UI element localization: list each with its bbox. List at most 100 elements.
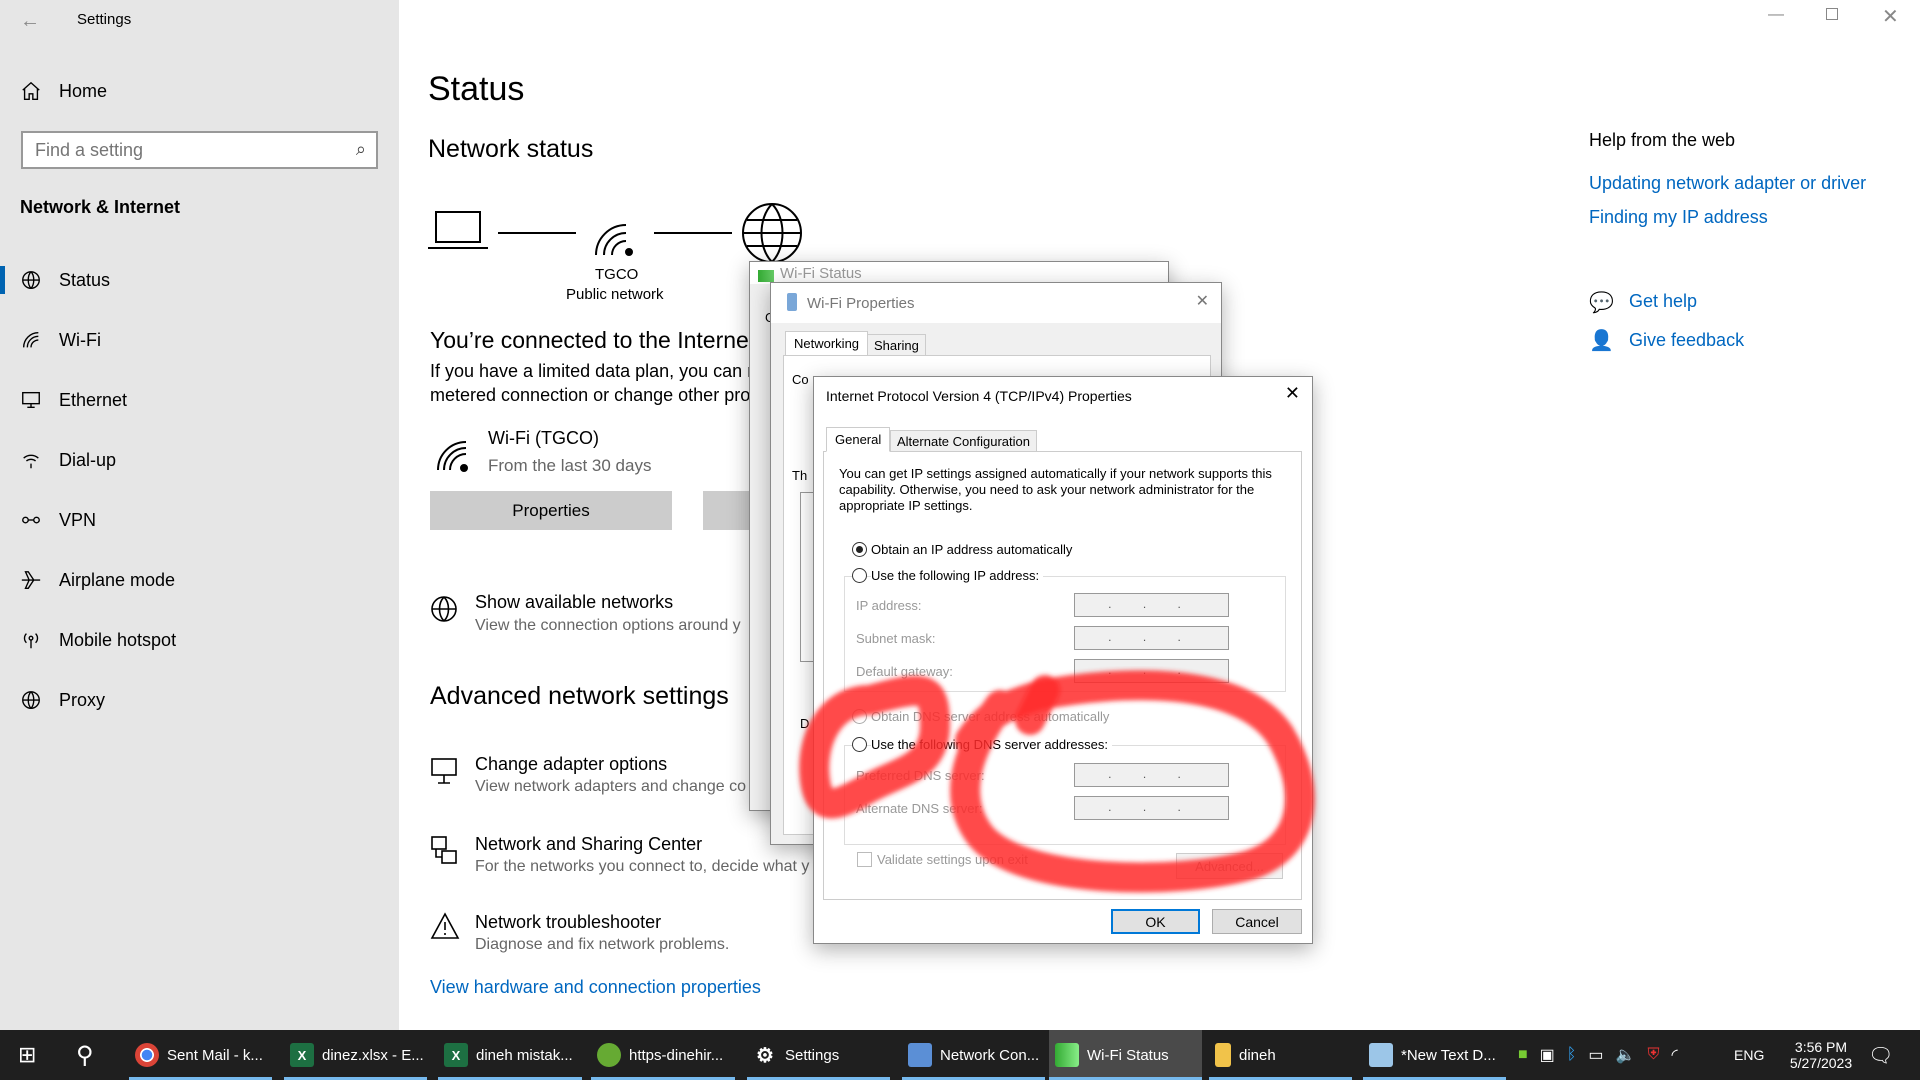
taskbar-item-network-connections[interactable]: Network Con...: [902, 1030, 1045, 1080]
change-adapter-link[interactable]: Change adapter options: [475, 754, 667, 775]
show-networks-link[interactable]: Show available networks: [475, 592, 673, 613]
feedback-icon: 👤: [1589, 330, 1614, 352]
obtain-dns-label[interactable]: Obtain DNS server address automatically: [871, 709, 1109, 724]
alternate-dns-label: Alternate DNS server:: [856, 801, 983, 816]
taskbar-item-browser[interactable]: https-dinehir...: [591, 1030, 735, 1080]
sidebar-item-status[interactable]: Status: [0, 256, 399, 304]
page-title: Status: [428, 70, 525, 108]
search-box[interactable]: ⌕: [21, 131, 378, 169]
label: dineh: [1239, 1046, 1276, 1064]
taskbar-item-settings[interactable]: ⚙ Settings: [747, 1030, 890, 1080]
language-indicator[interactable]: ENG: [1734, 1030, 1764, 1080]
preferred-dns-field[interactable]: . . .: [1074, 763, 1229, 787]
system-tray[interactable]: ■ ▣ ᛒ ▭ 🔈 ⛨ ◜: [1518, 1030, 1678, 1080]
nvidia-icon[interactable]: ■: [1518, 1046, 1528, 1064]
clock[interactable]: 3:56 PM 5/27/2023: [1776, 1030, 1866, 1080]
sharing-center-icon: [431, 836, 457, 864]
tab-sharing[interactable]: Sharing: [867, 334, 926, 357]
sidebar-item-dialup[interactable]: Dial-up: [0, 436, 399, 484]
volume-icon[interactable]: 🔈: [1616, 1045, 1636, 1065]
battery-icon[interactable]: ▭: [1588, 1045, 1603, 1065]
sidebar-item-hotspot[interactable]: Mobile hotspot: [0, 616, 399, 664]
properties-button[interactable]: Properties: [430, 491, 672, 530]
hardware-properties-link[interactable]: View hardware and connection properties: [430, 977, 761, 998]
sidebar: ← Settings Home ⌕ Network & Internet Sta…: [0, 0, 399, 1030]
obtain-ip-label[interactable]: Obtain an IP address automatically: [871, 542, 1073, 557]
troubleshooter-link[interactable]: Network troubleshooter: [475, 912, 661, 933]
tab-alternate-configuration[interactable]: Alternate Configuration: [890, 430, 1037, 453]
globe-icon: [431, 596, 457, 622]
sidebar-item-wifi[interactable]: Wi-Fi: [0, 316, 399, 364]
help-link-ip[interactable]: Finding my IP address: [1589, 207, 1768, 228]
obtain-dns-radio[interactable]: [852, 709, 867, 724]
taskbar-item-folder[interactable]: dineh: [1209, 1030, 1352, 1080]
minimize-button[interactable]: —: [1768, 6, 1784, 24]
network-connections-icon: [908, 1043, 932, 1067]
tab-general[interactable]: General: [826, 427, 891, 452]
device-icon[interactable]: ▣: [1540, 1045, 1555, 1065]
search-button[interactable]: ⚲: [76, 1030, 106, 1080]
sidebar-home[interactable]: Home: [0, 67, 399, 115]
ip-address-field[interactable]: . . .: [1074, 593, 1229, 617]
search-input[interactable]: [23, 133, 323, 167]
laptop-icon: [428, 211, 488, 249]
gateway-label: Default gateway:: [856, 664, 953, 679]
wifi-icon[interactable]: ◜: [1671, 1045, 1677, 1065]
label: Ethernet: [59, 389, 128, 410]
notification-icon[interactable]: 🗨: [1868, 1030, 1898, 1080]
sidebar-item-proxy[interactable]: Proxy: [0, 676, 399, 724]
close-button[interactable]: ✕: [1285, 383, 1300, 404]
sidebar-item-vpn[interactable]: VPN: [0, 496, 399, 544]
taskbar-item-excel[interactable]: Xdineh mistak...: [438, 1030, 582, 1080]
advanced-button[interactable]: Advanced...: [1176, 853, 1283, 879]
wifi-name: Wi-Fi (TGCO): [488, 428, 599, 448]
globe-icon: [22, 271, 40, 289]
use-dns-label[interactable]: Use the following DNS server addresses:: [871, 737, 1112, 752]
use-ip-label[interactable]: Use the following IP address:: [871, 568, 1044, 583]
taskbar-item-excel[interactable]: Xdinez.xlsx - E...: [284, 1030, 427, 1080]
validate-label[interactable]: Validate settings upon exit: [877, 852, 1028, 867]
preferred-dns-label: Preferred DNS server:: [856, 768, 985, 783]
subnet-field[interactable]: . . .: [1074, 626, 1229, 650]
label: Dial-up: [59, 449, 117, 470]
description-line: metered connection or change other prop: [430, 385, 761, 405]
ethernet-icon: [22, 391, 40, 409]
taskbar-item-chrome[interactable]: Sent Mail - k...: [129, 1030, 272, 1080]
show-networks-sub: View the connection options around y: [475, 617, 741, 634]
close-button[interactable]: ✕: [1196, 291, 1209, 311]
search-icon[interactable]: ⌕: [356, 139, 366, 160]
bluetooth-icon[interactable]: ᛒ: [1567, 1046, 1577, 1064]
description-line: If you have a limited data plan, you can…: [430, 361, 763, 381]
adv-sub: Diagnose and fix network problems.: [475, 936, 730, 953]
dialog-title: Wi-Fi Properties: [771, 283, 1221, 323]
start-button[interactable]: ⊞: [18, 1030, 46, 1080]
security-icon[interactable]: ⛨: [1647, 1046, 1659, 1064]
alternate-dns-field[interactable]: . . .: [1074, 796, 1229, 820]
use-dns-radio[interactable]: [852, 737, 867, 752]
airplane-icon: [21, 571, 41, 589]
help-link-adapter[interactable]: Updating network adapter or driver: [1589, 173, 1866, 194]
taskbar-item-notepad[interactable]: *New Text D...: [1363, 1030, 1506, 1080]
window-title: Settings: [77, 11, 132, 28]
sidebar-item-airplane[interactable]: Airplane mode: [0, 556, 399, 604]
tab-networking[interactable]: Networking: [785, 331, 869, 355]
gateway-field[interactable]: . . .: [1074, 659, 1229, 683]
dialog-title: Wi-Fi Status: [750, 262, 1168, 284]
label: Airplane mode: [59, 569, 176, 590]
taskbar-item-wifi-status[interactable]: Wi-Fi Status: [1049, 1030, 1202, 1080]
use-ip-radio[interactable]: [852, 568, 867, 583]
cancel-button[interactable]: Cancel: [1212, 909, 1302, 934]
home-icon: [22, 81, 40, 100]
connect-using-label: Co: [792, 372, 809, 387]
back-arrow-icon[interactable]: ←: [20, 10, 40, 33]
close-button[interactable]: ✕: [1882, 4, 1899, 29]
signal-icon: [1055, 1043, 1079, 1067]
sharing-center-link[interactable]: Network and Sharing Center: [475, 834, 702, 855]
get-help-link[interactable]: Get help: [1629, 291, 1697, 312]
ok-button[interactable]: OK: [1111, 909, 1200, 934]
obtain-ip-radio[interactable]: [852, 542, 867, 557]
validate-checkbox[interactable]: [857, 852, 872, 867]
maximize-button[interactable]: [1826, 8, 1838, 20]
give-feedback-link[interactable]: Give feedback: [1629, 330, 1744, 351]
sidebar-item-ethernet[interactable]: Ethernet: [0, 376, 399, 424]
